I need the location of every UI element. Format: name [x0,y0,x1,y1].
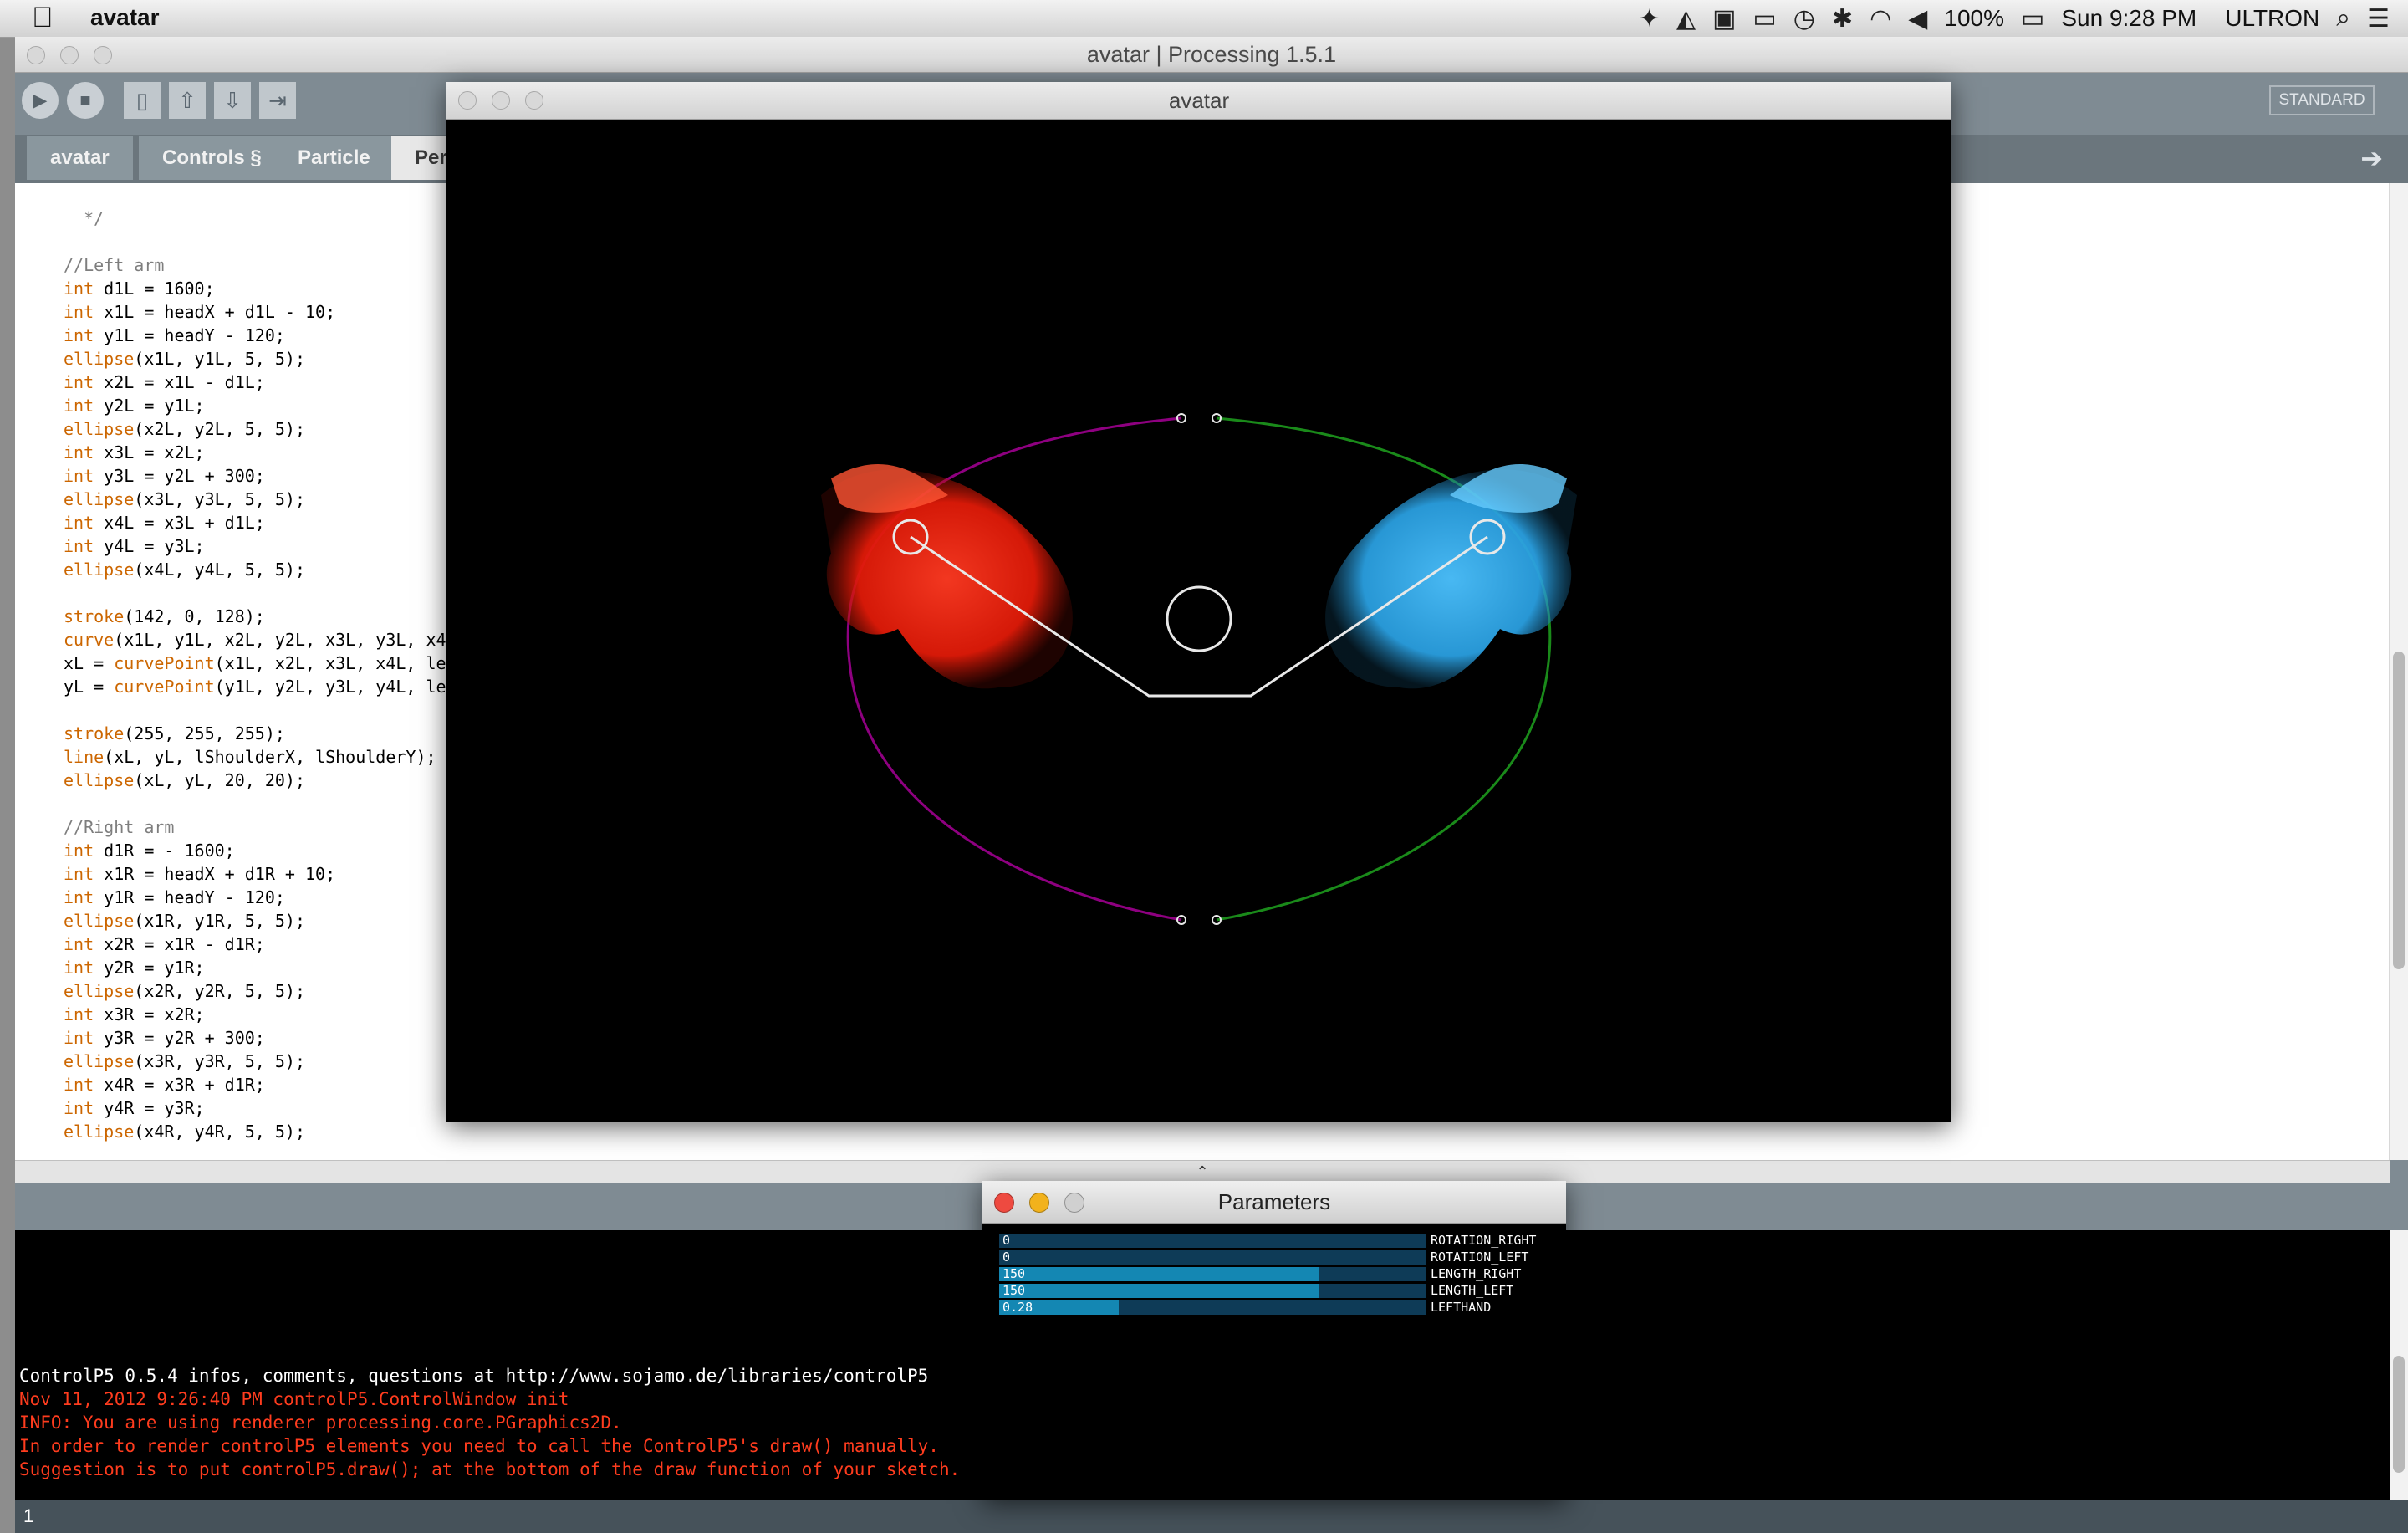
avatar-head [1166,585,1232,652]
menu-clock[interactable]: Sun 9:28 PM [2061,5,2196,32]
slider-lefthand[interactable]: 0.28 [999,1300,1426,1315]
ide-title: avatar | Processing 1.5.1 [1086,42,1337,67]
tab-particle[interactable]: Particle [274,136,394,180]
slider-label: LEFTHAND [1431,1300,1492,1315]
slider-label: ROTATION_RIGHT [1431,1233,1537,1248]
apple-menu-icon[interactable]:  [32,2,54,34]
tab-avatar[interactable]: avatar [27,136,133,180]
parameters-close-button[interactable] [994,1193,1014,1213]
code-text[interactable]: */ //Left arm int d1L = 1600; int x1L = … [64,207,446,1143]
stop-button[interactable]: ■ [67,82,104,119]
slider-length-right[interactable]: 150 [999,1267,1426,1281]
sketch-title-bar: avatar [446,82,1951,120]
tab-menu-arrow-icon[interactable]: ➔ [2360,142,2383,174]
sketch-canvas[interactable] [446,119,1951,1122]
slider-value: 0 [1002,1233,1011,1248]
time-machine-icon[interactable]: ◷ [1793,4,1815,33]
battery-percent[interactable]: 100% [1944,5,2004,32]
parameters-window-controls [994,1193,1084,1213]
export-sketch-button[interactable]: ⇥ [259,82,296,119]
slider-label: ROTATION_LEFT [1431,1249,1529,1265]
zoom-button[interactable] [94,46,112,64]
slider-rotation-right[interactable]: 0 [999,1234,1426,1248]
line-number-bar: 1 [15,1500,2408,1533]
airplay-icon[interactable]: ▭ [1752,4,1776,33]
mode-selector[interactable]: STANDARD [2269,85,2375,115]
parameters-title-bar: Parameters [982,1181,1566,1224]
parameters-title: Parameters [1217,1189,1331,1214]
right-particle-hand [1325,463,1577,689]
sketch-title: avatar [1168,88,1230,113]
slider-value: 0.28 [1002,1300,1033,1315]
dropbox-icon[interactable]: ✦ [1639,4,1660,33]
run-button[interactable]: ▶ [22,82,59,119]
slider-rotation-left[interactable]: 0 [999,1250,1426,1265]
slider-length-left[interactable]: 150 [999,1284,1426,1298]
parameters-minimize-button[interactable] [1029,1193,1049,1213]
slider-fill [999,1284,1319,1298]
notification-center-icon[interactable]: ☰ [2367,4,2390,33]
menu-user[interactable]: ULTRON [2225,5,2319,32]
menu-app-name[interactable]: avatar [90,4,160,31]
slider-value: 150 [1002,1266,1026,1281]
sketch-window-controls [458,91,543,110]
line-number: 1 [23,1505,34,1526]
close-button[interactable] [27,46,45,64]
slider-fill [999,1267,1319,1281]
slider-value: 150 [1002,1283,1026,1298]
editor-scrollbar[interactable] [2389,183,2408,1160]
tab-controls[interactable]: Controls § [139,136,285,180]
sketch-close-button[interactable] [458,91,477,110]
save-sketch-button[interactable]: ⇩ [214,82,251,119]
console-scrollbar-thumb[interactable] [2393,1356,2405,1473]
minimize-button[interactable] [60,46,79,64]
battery-icon[interactable]: ▭ [2021,4,2044,33]
volume-icon[interactable]: ◀ [1908,4,1927,33]
console-scrollbar[interactable] [2390,1230,2408,1500]
spotlight-search-icon[interactable]: ⌕ [2336,4,2350,33]
parameters-zoom-button[interactable] [1064,1193,1084,1213]
wifi-icon[interactable]: ◠ [1870,4,1891,33]
slider-label: LENGTH_LEFT [1431,1283,1514,1298]
adobe-icon[interactable]: ◭ [1676,4,1696,33]
new-sketch-button[interactable]: ▯ [124,82,161,119]
ide-title-bar: avatar | Processing 1.5.1 [15,37,2408,73]
sketch-minimize-button[interactable] [492,91,510,110]
editor-scrollbar-thumb[interactable] [2393,652,2405,969]
mirror-icon[interactable]: ▣ [1712,4,1736,33]
sketch-zoom-button[interactable] [525,91,543,110]
open-sketch-button[interactable]: ⇧ [169,82,206,119]
left-particle-hand [821,463,1073,689]
slider-value: 0 [1002,1249,1011,1265]
parameters-window: Parameters 0 ROTATION_RIGHT 0 ROTATION_L… [982,1181,1566,1499]
console-text: ControlP5 0.5.4 infos, comments, questio… [19,1366,961,1479]
ide-window-controls [27,46,112,64]
bluetooth-icon[interactable]: ✱ [1832,4,1853,33]
slider-label: LENGTH_RIGHT [1431,1266,1522,1281]
menu-bar:  avatar ✦ ◭ ▣ ▭ ◷ ✱ ◠ ◀ 100% ▭ Sun 9:28… [0,0,2408,38]
sketch-window: avatar [446,82,1951,1122]
menu-status-area: ✦ ◭ ▣ ▭ ◷ ✱ ◠ ◀ 100% ▭ Sun 9:28 PM ULTRO… [1639,0,2390,37]
